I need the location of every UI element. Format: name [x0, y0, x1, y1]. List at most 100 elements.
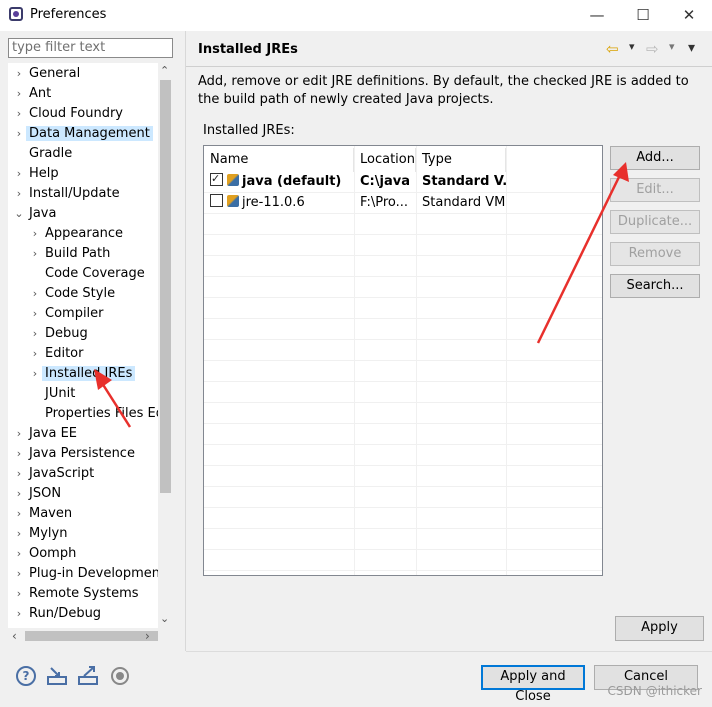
tree-item-data-management[interactable]: › Data Management	[12, 124, 153, 144]
tree-item-java[interactable]: ⌄ Java	[12, 204, 59, 224]
chevron-right-icon[interactable]: ›	[12, 564, 26, 584]
tree-item-label: Compiler	[45, 306, 104, 321]
panel-splitter[interactable]	[185, 31, 186, 651]
add-jre-button[interactable]: Add...	[610, 146, 700, 170]
chevron-right-icon[interactable]: ›	[12, 84, 26, 104]
tree-item-build-path[interactable]: › Build Path	[28, 244, 113, 264]
forward-arrow-icon[interactable]: ⇨	[646, 40, 659, 58]
scroll-right-icon[interactable]: ›	[145, 629, 150, 643]
chevron-down-icon[interactable]: ⌄	[12, 204, 26, 224]
table-row[interactable]: jre-11.0.6 F:\Pro... Standard VM	[204, 192, 602, 214]
chevron-right-icon[interactable]: ›	[12, 184, 26, 204]
tree-item-java-persistence[interactable]: › Java Persistence	[12, 444, 138, 464]
chevron-right-icon[interactable]: ›	[28, 324, 42, 344]
chevron-right-icon[interactable]: ›	[12, 544, 26, 564]
tree-item-installed-jres[interactable]: › Installed JREs	[28, 364, 136, 384]
tree-item-debug[interactable]: › Debug	[28, 324, 91, 344]
apply-and-close-button[interactable]: Apply and Close	[481, 665, 585, 704]
table-row-empty	[204, 570, 602, 575]
apply-button[interactable]: Apply	[615, 616, 704, 641]
chevron-right-icon[interactable]: ›	[12, 164, 26, 184]
chevron-right-icon[interactable]: ›	[12, 424, 26, 444]
filter-field[interactable]	[8, 38, 173, 58]
filter-input[interactable]	[9, 39, 165, 55]
chevron-right-icon[interactable]: ›	[12, 524, 26, 544]
table-row-empty	[204, 528, 602, 550]
edit-jre-button[interactable]: Edit...	[610, 178, 700, 202]
maximize-button[interactable]: ☐	[620, 0, 666, 31]
column-header-location[interactable]: Location	[354, 148, 416, 172]
help-icon[interactable]: ?	[16, 666, 36, 686]
tree-item-label: Appearance	[45, 226, 124, 241]
chevron-right-icon[interactable]: ›	[12, 504, 26, 524]
default-jre-checkbox[interactable]	[210, 171, 223, 189]
tree-item-code-style[interactable]: › Code Style	[28, 284, 118, 304]
tree-item-editor[interactable]: › Editor	[28, 344, 86, 364]
scroll-up-icon[interactable]: ⌃	[160, 64, 169, 77]
chevron-right-icon[interactable]: ›	[28, 244, 42, 264]
chevron-right-icon[interactable]: ›	[12, 104, 26, 124]
back-arrow-icon[interactable]: ⇦	[606, 40, 619, 58]
tree-item-mylyn[interactable]: › Mylyn	[12, 524, 70, 544]
chevron-right-icon[interactable]: ›	[12, 464, 26, 484]
tree-item-label: Debug	[45, 326, 88, 341]
tree-horizontal-scroll-thumb[interactable]	[25, 631, 158, 641]
chevron-right-icon[interactable]: ›	[12, 444, 26, 464]
record-icon[interactable]	[110, 666, 130, 686]
table-row-empty	[204, 276, 602, 298]
jre-type: Standard V...	[422, 174, 506, 189]
chevron-right-icon[interactable]: ›	[28, 304, 42, 324]
jre-table[interactable]: Name Location Type java (default) C:\jav…	[203, 145, 603, 576]
chevron-right-icon[interactable]: ›	[28, 344, 42, 364]
chevron-right-icon[interactable]: ›	[28, 364, 42, 384]
tree-item-compiler[interactable]: › Compiler	[28, 304, 107, 324]
chevron-right-icon[interactable]: ›	[12, 64, 26, 84]
tree-item-maven[interactable]: › Maven	[12, 504, 75, 524]
tree-item-gradle[interactable]: Gradle	[12, 144, 75, 164]
tree-item-plug-in-development[interactable]: › Plug-in Development	[12, 564, 168, 584]
scroll-left-icon[interactable]: ‹	[12, 629, 17, 643]
import-icon[interactable]	[47, 666, 67, 686]
chevron-right-icon[interactable]: ›	[12, 604, 26, 624]
tree-item-java-ee[interactable]: › Java EE	[12, 424, 80, 444]
tree-item-help[interactable]: › Help	[12, 164, 62, 184]
close-window-button[interactable]: ✕	[666, 0, 712, 31]
column-header-name[interactable]: Name	[204, 148, 354, 172]
column-header-type[interactable]: Type	[416, 148, 506, 172]
tree-vertical-scroll-thumb[interactable]	[160, 80, 171, 493]
forward-dropdown-icon[interactable]: ▾	[669, 40, 675, 53]
tree-item-properties-files-edit[interactable]: Properties Files Edit	[28, 404, 173, 424]
chevron-right-icon[interactable]: ›	[12, 124, 26, 144]
jre-checkbox[interactable]	[210, 194, 223, 207]
chevron-right-icon[interactable]: ›	[28, 224, 42, 244]
tree-item-run-debug[interactable]: › Run/Debug	[12, 604, 104, 624]
tree-item-oomph[interactable]: › Oomph	[12, 544, 79, 564]
minimize-button[interactable]: —	[574, 0, 620, 31]
scroll-down-icon[interactable]: ⌄	[160, 612, 169, 625]
view-menu-icon[interactable]: ▾	[688, 40, 695, 56]
table-row-empty	[204, 444, 602, 466]
remove-jre-button[interactable]: Remove	[610, 242, 700, 266]
tree-item-remote-systems[interactable]: › Remote Systems	[12, 584, 142, 604]
tree-item-label: Remote Systems	[29, 586, 139, 601]
export-icon[interactable]	[78, 664, 98, 685]
tree-item-ant[interactable]: › Ant	[12, 84, 54, 104]
tree-item-cloud-foundry[interactable]: › Cloud Foundry	[12, 104, 126, 124]
table-row[interactable]: java (default) C:\java Standard V...	[204, 171, 602, 193]
table-row-empty	[204, 360, 602, 382]
tree-item-appearance[interactable]: › Appearance	[28, 224, 126, 244]
search-jre-button[interactable]: Search...	[610, 274, 700, 298]
tree-item-json[interactable]: › JSON	[12, 484, 64, 504]
chevron-right-icon[interactable]: ›	[12, 484, 26, 504]
tree-item-label: Plug-in Development	[29, 566, 166, 581]
tree-item-javascript[interactable]: › JavaScript	[12, 464, 97, 484]
back-dropdown-icon[interactable]: ▾	[629, 40, 635, 53]
tree-item-code-coverage[interactable]: Code Coverage	[28, 264, 148, 284]
duplicate-jre-button[interactable]: Duplicate...	[610, 210, 700, 234]
tree-item-general[interactable]: › General	[12, 64, 83, 84]
tree-item-junit[interactable]: JUnit	[28, 384, 78, 404]
chevron-right-icon[interactable]: ›	[12, 584, 26, 604]
tree-item-label: Java Persistence	[29, 446, 135, 461]
chevron-right-icon[interactable]: ›	[28, 284, 42, 304]
tree-item-install-update[interactable]: › Install/Update	[12, 184, 123, 204]
